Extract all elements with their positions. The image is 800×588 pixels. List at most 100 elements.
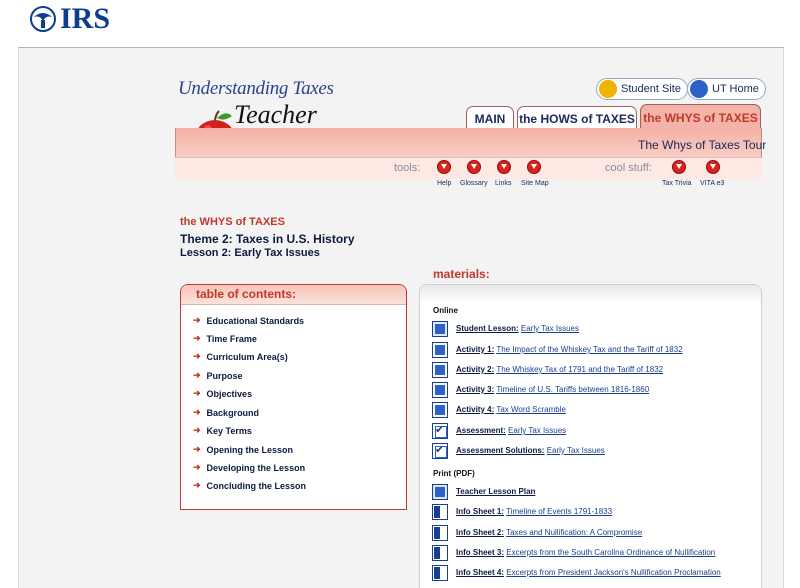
arrow-icon: ➜ bbox=[193, 425, 201, 435]
toc-item-label: Developing the Lesson bbox=[206, 462, 306, 473]
toc-item-label: Concluding the Lesson bbox=[206, 480, 307, 491]
material-item[interactable]: Assessment Solutions: Early Tax Issues bbox=[432, 443, 762, 459]
vita-e3-link[interactable]: VITA e3 bbox=[700, 180, 724, 187]
material-label: Assessment: bbox=[456, 426, 506, 435]
material-title: Excerpts from the South Carolina Ordinan… bbox=[506, 548, 716, 557]
arrow-icon: ➜ bbox=[193, 462, 201, 472]
toc-item-label: Time Frame bbox=[206, 333, 257, 344]
material-item[interactable]: Student Lesson: Early Tax Issues bbox=[432, 321, 762, 337]
toc-item[interactable]: ➜ Developing the Lesson bbox=[193, 462, 305, 473]
material-title: Timeline of Events 1791-1833 bbox=[506, 507, 613, 516]
toc-item[interactable]: ➜ Concluding the Lesson bbox=[193, 480, 306, 491]
ut-home-button[interactable]: UT Home bbox=[687, 78, 766, 100]
material-label: Info Sheet 2: bbox=[456, 528, 505, 537]
material-item[interactable]: Teacher Lesson Plan bbox=[432, 484, 762, 500]
brand-line-1: Understanding Taxes bbox=[178, 78, 334, 99]
material-item[interactable]: Info Sheet 4: Excerpts from President Ja… bbox=[432, 565, 732, 581]
checkbox-icon bbox=[432, 423, 448, 439]
material-item[interactable]: Activity 4: Tax Word Scramble bbox=[432, 402, 762, 418]
brand-title[interactable]: Understanding Taxes Teacher bbox=[178, 78, 334, 129]
site-map-link[interactable]: Site Map bbox=[521, 180, 549, 187]
toc-item-label: Curriculum Area(s) bbox=[206, 351, 288, 362]
arrow-icon: ➜ bbox=[193, 444, 201, 454]
material-item[interactable]: Activity 3: Timeline of U.S. Tariffs bet… bbox=[432, 382, 762, 398]
student-site-label: Student Site bbox=[621, 83, 681, 95]
lesson-icon bbox=[432, 321, 448, 337]
arrow-icon: ➜ bbox=[193, 407, 201, 417]
tax-trivia-icon[interactable] bbox=[672, 160, 686, 174]
material-title: Early Tax Issues bbox=[508, 426, 567, 435]
arrow-icon: ➜ bbox=[193, 351, 201, 361]
student-site-icon bbox=[599, 80, 617, 98]
material-title: Early Tax Issues bbox=[520, 324, 580, 333]
document-icon bbox=[432, 525, 448, 541]
toc-item-label: Opening the Lesson bbox=[206, 444, 294, 455]
materials-title: materials: bbox=[433, 267, 490, 281]
tax-trivia-link[interactable]: Tax Trivia bbox=[662, 180, 692, 187]
theme-title: Theme 2: Taxes in U.S. History bbox=[180, 232, 355, 246]
material-label: Activity 4: bbox=[456, 405, 495, 414]
toc-item[interactable]: ➜ Background bbox=[193, 407, 259, 418]
toc-item[interactable]: ➜ Opening the Lesson bbox=[193, 444, 293, 455]
tab-hows-of-taxes[interactable]: the HOWS of TAXES bbox=[517, 106, 637, 130]
material-label: Info Sheet 4: bbox=[456, 568, 505, 577]
toc-item[interactable]: ➜ Educational Standards bbox=[193, 315, 304, 326]
brand-line-2: Teacher bbox=[234, 100, 317, 129]
tab-main[interactable]: MAIN bbox=[466, 106, 514, 130]
toc-item[interactable]: ➜ Purpose bbox=[193, 370, 243, 381]
material-item[interactable]: Info Sheet 2: Taxes and Nullification: A… bbox=[432, 525, 762, 541]
irs-header: IRS bbox=[0, 0, 800, 48]
toc-item[interactable]: ➜ Time Frame bbox=[193, 333, 257, 344]
student-site-button[interactable]: Student Site bbox=[596, 78, 688, 100]
site-map-icon[interactable] bbox=[527, 160, 541, 174]
material-item[interactable]: Assessment: Early Tax Issues bbox=[432, 423, 762, 439]
toc-header: table of contents: bbox=[181, 285, 406, 305]
tab-whys-of-taxes[interactable]: the WHYS of TAXES bbox=[640, 104, 761, 130]
activity-icon bbox=[432, 362, 448, 378]
toc-item[interactable]: ➜ Objectives bbox=[193, 388, 252, 399]
vita-e3-icon[interactable] bbox=[706, 160, 720, 174]
print-heading: Print (PDF) bbox=[433, 469, 475, 478]
arrow-icon: ➜ bbox=[193, 480, 201, 490]
activity-icon bbox=[432, 342, 448, 358]
toc-item[interactable]: ➜ Key Terms bbox=[193, 425, 252, 436]
home-icon bbox=[690, 80, 708, 98]
links-icon[interactable] bbox=[497, 160, 511, 174]
glossary-icon[interactable] bbox=[467, 160, 481, 174]
whys-tour-link[interactable]: The Whys of Taxes Tour bbox=[638, 138, 766, 152]
help-icon[interactable] bbox=[437, 160, 451, 174]
table-of-contents: table of contents: ➜ Educational Standard… bbox=[180, 284, 407, 510]
material-label: Activity 3: bbox=[456, 385, 495, 394]
material-title: Excerpts from President Jackson's Nullif… bbox=[506, 568, 721, 577]
materials-header bbox=[420, 285, 761, 303]
links-link[interactable]: Links bbox=[495, 180, 511, 187]
activity-icon bbox=[432, 402, 448, 418]
glossary-link[interactable]: Glossary bbox=[460, 180, 488, 187]
document-icon bbox=[432, 545, 448, 561]
irs-logo[interactable]: IRS bbox=[28, 2, 110, 36]
material-title: Timeline of U.S. Tariffs between 1816-18… bbox=[496, 385, 650, 394]
activity-icon bbox=[432, 382, 448, 398]
lesson-title: Lesson 2: Early Tax Issues bbox=[180, 247, 320, 259]
checkbox-icon bbox=[432, 443, 448, 459]
ut-home-label: UT Home bbox=[712, 83, 759, 95]
tools-label: tools: bbox=[394, 162, 421, 174]
material-title: Taxes and Nullification: A Compromise bbox=[506, 528, 643, 537]
toc-item-label: Background bbox=[206, 407, 260, 418]
material-item[interactable]: Activity 2: The Whiskey Tax of 1791 and … bbox=[432, 362, 762, 378]
material-item[interactable]: Activity 1: The Impact of the Whiskey Ta… bbox=[432, 342, 762, 358]
material-label: Student Lesson: bbox=[456, 324, 519, 333]
material-title: The Impact of the Whiskey Tax and the Ta… bbox=[496, 345, 683, 354]
toc-item-label: Purpose bbox=[206, 370, 243, 381]
material-label: Info Sheet 3: bbox=[456, 548, 505, 557]
help-link[interactable]: Help bbox=[437, 180, 451, 187]
material-item[interactable]: Info Sheet 1: Timeline of Events 1791-18… bbox=[432, 504, 762, 520]
toc-item[interactable]: ➜ Curriculum Area(s) bbox=[193, 351, 288, 362]
material-item[interactable]: Info Sheet 3: Excerpts from the South Ca… bbox=[432, 545, 762, 561]
document-icon bbox=[432, 565, 448, 581]
toc-item-label: Objectives bbox=[206, 388, 253, 399]
arrow-icon: ➜ bbox=[193, 370, 201, 380]
eagle-icon bbox=[30, 6, 56, 32]
irs-wordmark: IRS bbox=[60, 2, 111, 35]
arrow-icon: ➜ bbox=[193, 388, 201, 398]
